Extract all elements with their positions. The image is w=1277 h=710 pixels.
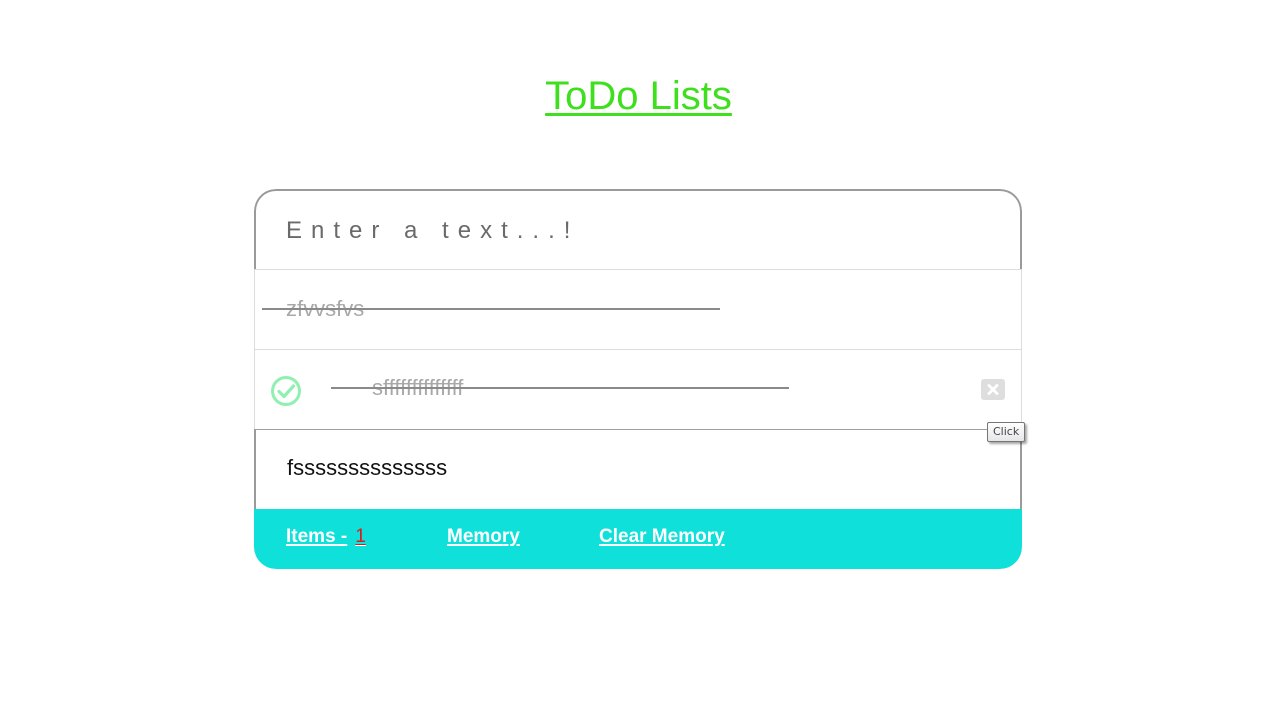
items-count-link[interactable]: Items - 1 (286, 526, 366, 548)
memory-link[interactable]: Memory (447, 526, 520, 548)
strikethrough-line (331, 387, 789, 389)
page-title: ToDo Lists (545, 74, 732, 118)
input-row (254, 189, 1022, 269)
footer-bar: Items - 1 Memory Clear Memory (254, 509, 1022, 569)
todo-item[interactable]: fssssssssssssss (254, 429, 1022, 509)
todo-card: zfvvsfvs sffffffffffffff fssssssssssssss (254, 189, 1022, 569)
todo-input[interactable] (286, 213, 986, 249)
todo-item[interactable]: sffffffffffffff (254, 349, 1022, 429)
items-label: Items - (286, 526, 348, 547)
todo-item[interactable]: zfvvsfvs (254, 269, 1022, 349)
delete-button[interactable] (981, 379, 1005, 400)
items-count: 1 (355, 526, 366, 547)
tooltip: Click (987, 422, 1026, 442)
check-circle-icon[interactable] (270, 375, 302, 407)
strikethrough-line (262, 308, 720, 310)
close-box-icon (987, 384, 999, 395)
page: ToDo Lists zfvvsfvs sffffffffffffff (0, 0, 1277, 710)
clear-memory-link[interactable]: Clear Memory (599, 526, 725, 548)
todo-item-text: fssssssssssssss (287, 455, 448, 480)
